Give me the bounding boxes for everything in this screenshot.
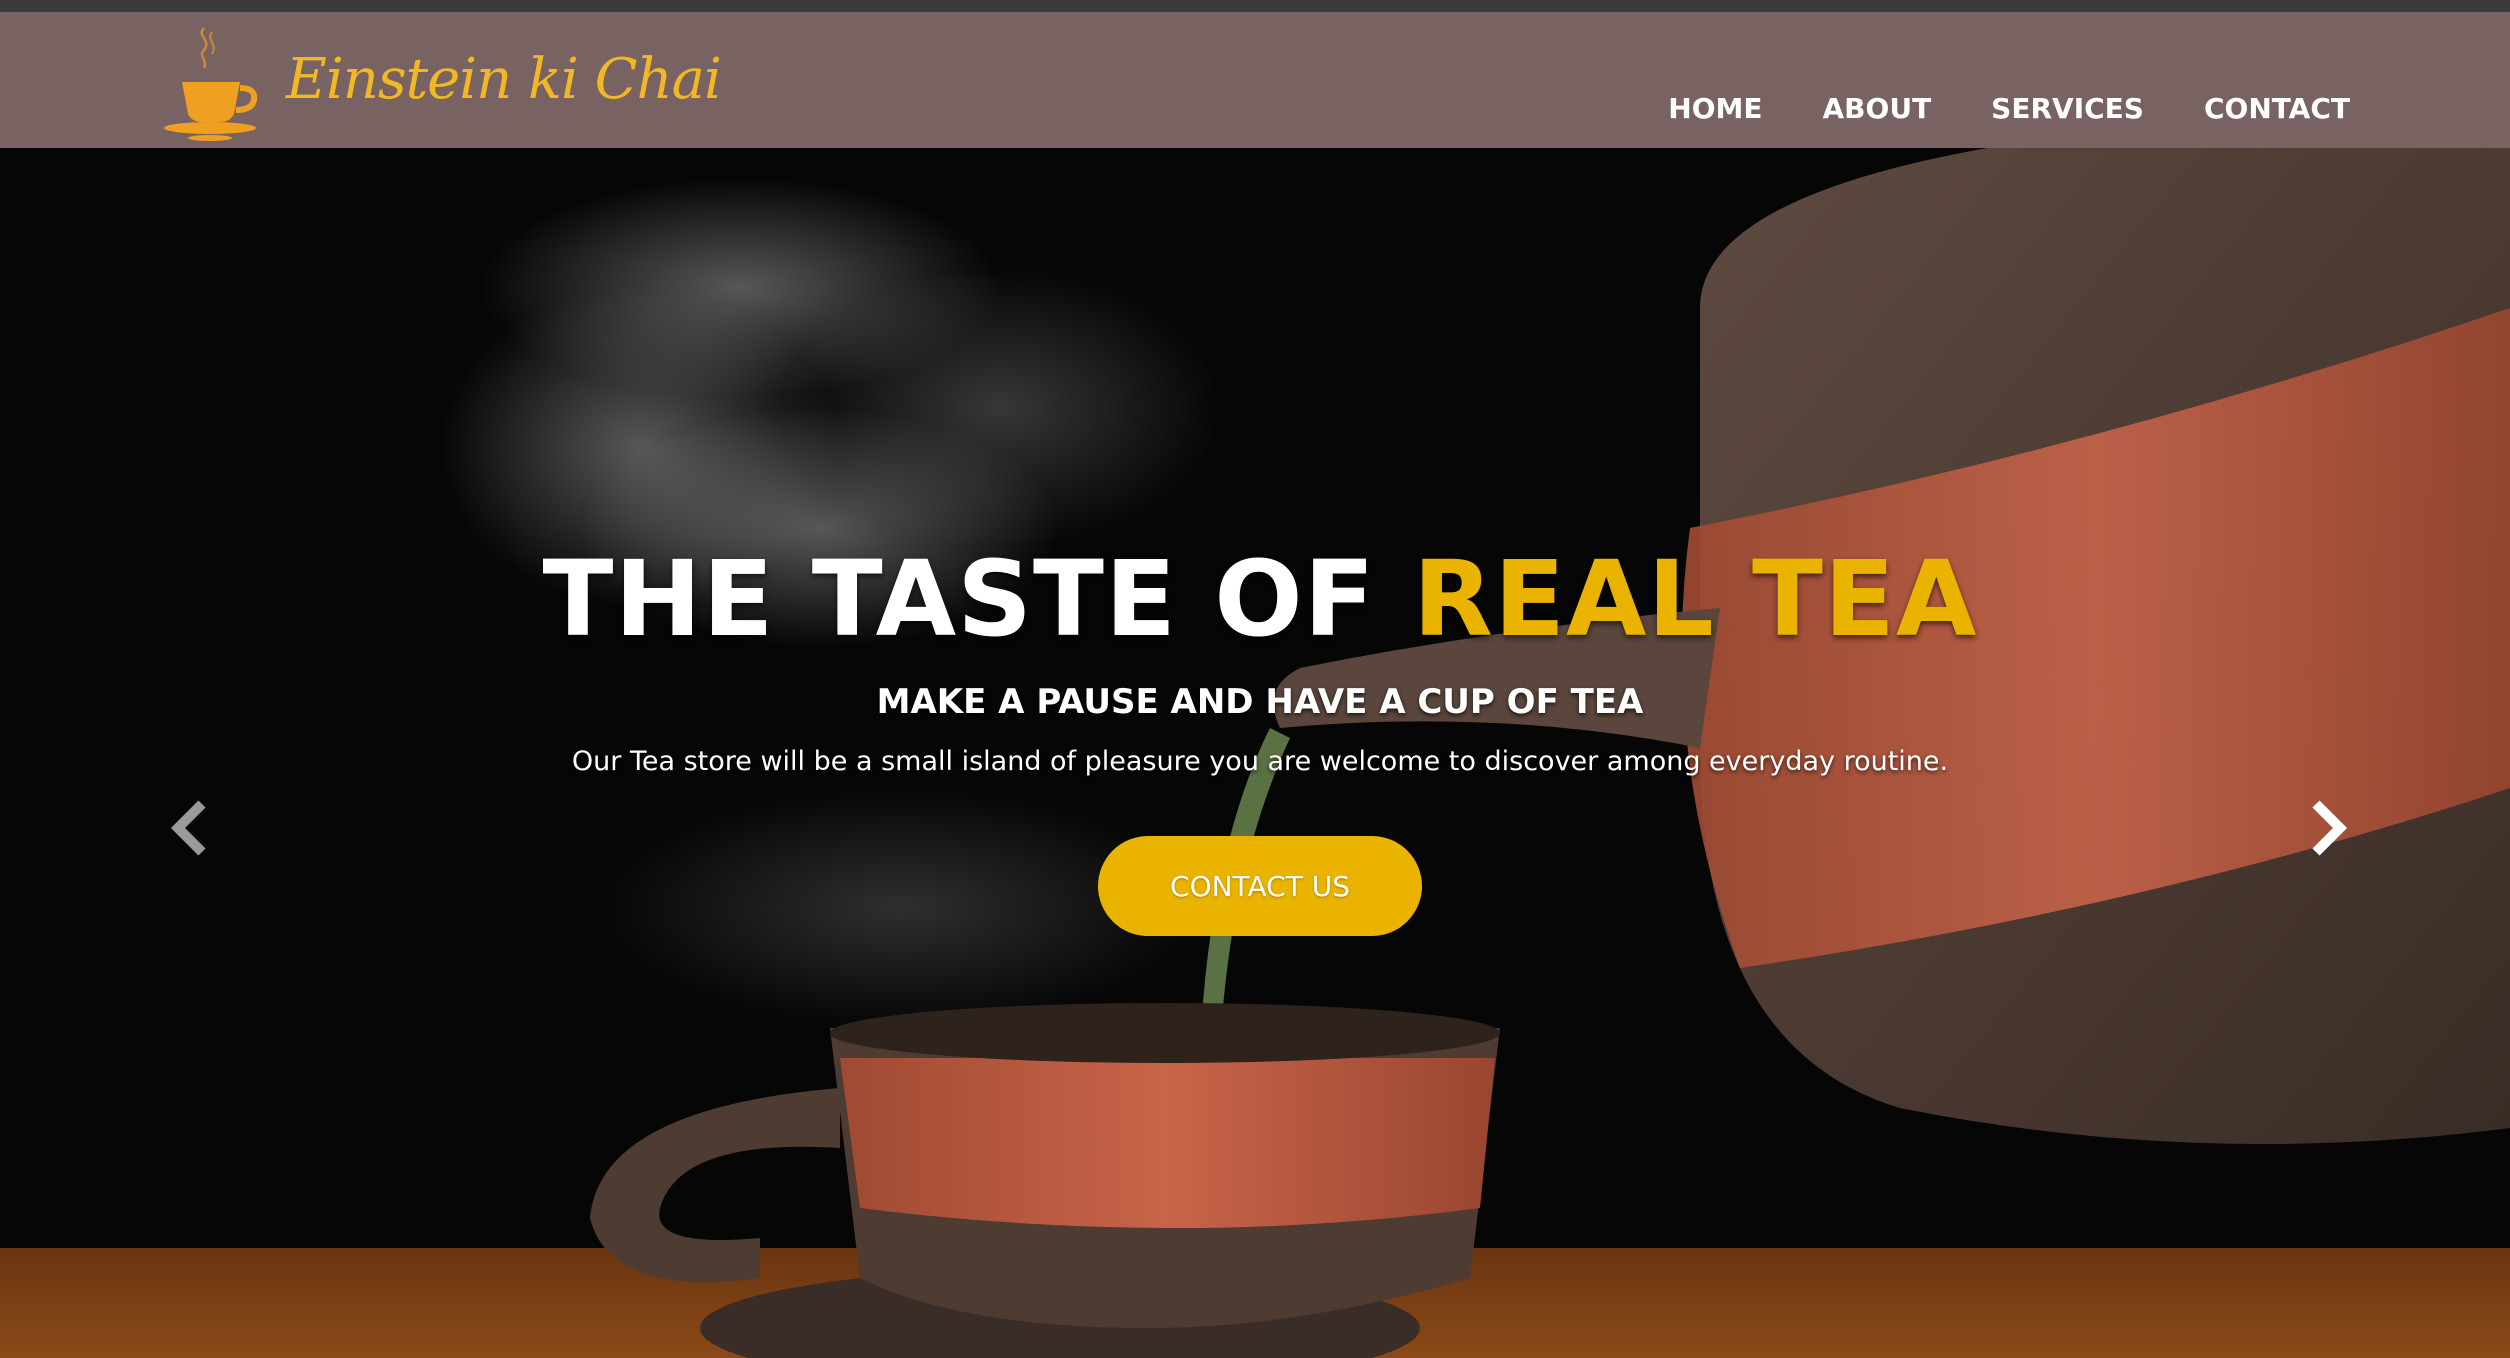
navbar: Einstein ki Chai HOME ABOUT SERVICES CON… [0,12,2510,148]
nav-about[interactable]: ABOUT [1823,92,1932,125]
chevron-right-icon [2312,800,2348,856]
steaming-teacup-icon [164,27,258,141]
carousel-prev-button[interactable] [160,788,220,868]
contact-us-button[interactable]: CONTACT US [1098,836,1422,936]
hero-headline: THE TASTE OF REAL TEA [0,538,2510,660]
main-nav: HOME ABOUT SERVICES CONTACT [1608,92,2350,125]
hero-subheadline: MAKE A PAUSE AND HAVE A CUP OF TEA [876,682,1644,722]
hero-description: Our Tea store will be a small island of … [571,746,1949,777]
headline-accent: REAL TEA [1412,538,1978,660]
nav-contact[interactable]: CONTACT [2204,92,2350,125]
nav-services[interactable]: SERVICES [1991,92,2144,125]
headline-white: THE TASTE OF [542,538,1413,660]
hero-content: THE TASTE OF REAL TEA MAKE A PAUSE AND H… [0,148,2510,1358]
brand[interactable]: Einstein ki Chai [160,22,722,142]
hero-carousel: THE TASTE OF REAL TEA MAKE A PAUSE AND H… [0,148,2510,1358]
carousel-next-button[interactable] [2298,788,2358,868]
chevron-left-icon [170,800,206,856]
top-strip [0,0,2510,12]
brand-name: Einstein ki Chai [286,46,722,112]
nav-home[interactable]: HOME [1668,92,1762,125]
